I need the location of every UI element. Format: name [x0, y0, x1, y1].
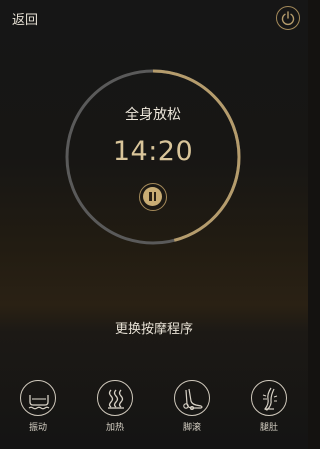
power-icon — [281, 11, 295, 26]
pause-button[interactable] — [139, 183, 167, 211]
calf-icon — [251, 380, 287, 416]
top-bar: 返回 — [0, 0, 308, 36]
massage-control-screen: 返回 全身放松 14:20 更换按摩程序 振动 加热 脚滚 腿肚 — [0, 0, 308, 449]
pause-icon — [143, 187, 162, 206]
remaining-time: 14:20 — [112, 136, 194, 167]
change-program-button[interactable]: 更换按摩程序 — [0, 318, 308, 337]
back-button[interactable]: 返回 — [12, 9, 38, 28]
heating-icon — [97, 380, 133, 416]
function-label: 振动 — [28, 423, 47, 433]
program-name: 全身放松 — [125, 107, 181, 123]
power-button[interactable] — [276, 6, 300, 30]
timer-dial: 全身放松 14:20 — [64, 68, 242, 246]
function-bar: 振动 加热 脚滚 腿肚 — [0, 366, 308, 449]
vibration-icon — [20, 380, 56, 416]
function-label: 加热 — [105, 423, 124, 433]
pause-bar-left — [149, 192, 152, 201]
pause-bar-right — [153, 192, 156, 201]
foot-roller-icon — [174, 380, 210, 416]
function-label: 脚滚 — [182, 423, 201, 433]
function-label: 腿肚 — [259, 423, 278, 433]
